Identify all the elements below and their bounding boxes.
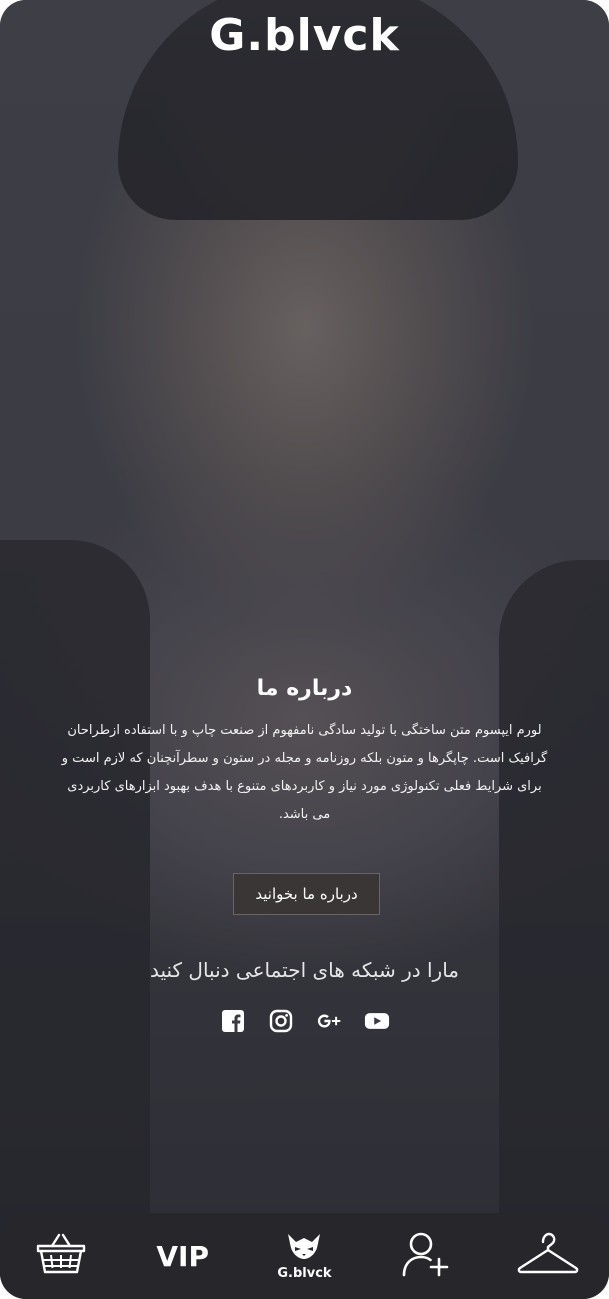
basket-icon <box>35 1232 87 1280</box>
about-text: لورم ایپسوم متن ساختگی با تولید سادگی نا… <box>61 723 548 822</box>
add-user-icon <box>401 1231 451 1281</box>
nav-add-user[interactable] <box>381 1221 471 1291</box>
read-about-button[interactable]: درباره ما بخوانید <box>233 873 380 915</box>
nav-vip[interactable]: VIP <box>138 1221 228 1291</box>
about-title: درباره ما <box>256 676 353 701</box>
about-section: درباره ما لورم ایپسوم متن ساختگی با تولی… <box>60 676 549 829</box>
app-screen: G.blvck درباره ما لورم ایپسوم متن ساختگی… <box>0 0 609 1299</box>
nav-home-logo[interactable]: G.blvck <box>259 1221 349 1291</box>
nav-hanger[interactable] <box>503 1221 593 1291</box>
gblvck-logo-icon <box>284 1232 324 1264</box>
hanger-icon <box>517 1232 579 1280</box>
nav-basket[interactable] <box>16 1221 106 1291</box>
facebook-icon[interactable] <box>220 1008 246 1034</box>
bottom-navigation: VIP G.blvck <box>0 1213 609 1299</box>
vip-label: VIP <box>156 1239 209 1273</box>
hero-overlay <box>0 0 609 1299</box>
google-plus-icon[interactable] <box>316 1008 342 1034</box>
logo-label: G.blvck <box>277 1265 332 1281</box>
social-heading: مارا در شبکه های اجتماعی دنبال کنید <box>149 958 460 982</box>
instagram-icon[interactable] <box>268 1008 294 1034</box>
brand-title: G.blvck <box>209 10 400 61</box>
social-links <box>0 1008 609 1034</box>
youtube-icon[interactable] <box>364 1008 390 1034</box>
